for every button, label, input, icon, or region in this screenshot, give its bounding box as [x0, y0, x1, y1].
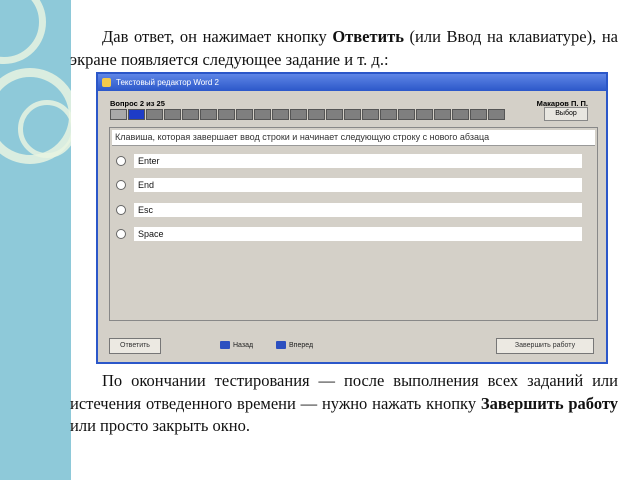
option-label: Esc — [134, 203, 582, 217]
answer-option[interactable]: Space — [114, 227, 584, 241]
progress-cell[interactable] — [164, 109, 181, 120]
paragraph-intro: Дав ответ, он нажимает кнопку Ответить (… — [70, 26, 618, 71]
decorative-ring — [18, 100, 71, 158]
text-span: Дав ответ, он нажимает кнопку — [102, 27, 333, 46]
progress-cell[interactable] — [416, 109, 433, 120]
answer-option[interactable]: Esc — [114, 203, 584, 217]
title-bar: Текстовый редактор Word 2 — [98, 74, 606, 91]
progress-cell[interactable] — [344, 109, 361, 120]
test-window: Текстовый редактор Word 2 Вопрос 2 из 25… — [98, 74, 606, 362]
progress-cell[interactable] — [308, 109, 325, 120]
progress-cell[interactable] — [326, 109, 343, 120]
radio-button[interactable] — [116, 156, 126, 166]
answer-option[interactable]: Enter — [114, 154, 584, 168]
arrow-left-icon — [220, 341, 230, 350]
option-label: End — [134, 178, 582, 192]
decorative-ring — [0, 0, 46, 64]
bold-term: Ответить — [332, 27, 404, 46]
question-counter: Вопрос 2 из 25 — [110, 99, 165, 108]
progress-cell[interactable] — [218, 109, 235, 120]
progress-cell[interactable] — [272, 109, 289, 120]
decorative-sidebar — [0, 0, 71, 480]
radio-button[interactable] — [116, 205, 126, 215]
header-row: Вопрос 2 из 25 Макаров П. П. — [98, 93, 606, 109]
progress-cell[interactable] — [488, 109, 505, 120]
window-title: Текстовый редактор Word 2 — [116, 78, 219, 87]
bold-term: Завершить работу — [480, 393, 618, 413]
answer-option[interactable]: End — [114, 178, 584, 192]
app-icon — [102, 78, 111, 87]
question-text: Клавиша, которая завершает ввод строки и… — [112, 130, 595, 146]
radio-button[interactable] — [116, 229, 126, 239]
progress-cell[interactable] — [254, 109, 271, 120]
progress-cell[interactable] — [452, 109, 469, 120]
paragraph-conclusion: По окончании тестирования — после выполн… — [70, 370, 618, 438]
progress-cell[interactable] — [398, 109, 415, 120]
radio-button[interactable] — [116, 180, 126, 190]
finish-button[interactable]: Завершить работу — [496, 338, 594, 354]
answer-button[interactable]: Ответить — [109, 338, 161, 354]
question-panel: Клавиша, которая завершает ввод строки и… — [109, 127, 598, 321]
option-label: Enter — [134, 154, 582, 168]
progress-cell[interactable] — [434, 109, 451, 120]
progress-cell[interactable] — [146, 109, 163, 120]
question-progress — [110, 109, 505, 120]
forward-label: Вперед — [289, 342, 314, 349]
select-button[interactable]: Выбор — [544, 107, 588, 121]
back-label: Назад — [233, 342, 254, 349]
progress-cell[interactable] — [362, 109, 379, 120]
progress-cell[interactable] — [380, 109, 397, 120]
progress-cell[interactable] — [182, 109, 199, 120]
forward-button[interactable]: Вперед — [276, 340, 313, 352]
test-screenshot: Текстовый редактор Word 2 Вопрос 2 из 25… — [96, 72, 608, 364]
progress-cell[interactable] — [110, 109, 127, 120]
back-button[interactable]: Назад — [220, 340, 253, 352]
arrow-right-icon — [276, 341, 286, 350]
progress-cell[interactable] — [470, 109, 487, 120]
option-label: Space — [134, 227, 582, 241]
progress-cell[interactable] — [128, 109, 145, 120]
progress-cell[interactable] — [200, 109, 217, 120]
progress-cell[interactable] — [290, 109, 307, 120]
text-span: или просто закрыть окно. — [70, 416, 250, 435]
progress-cell[interactable] — [236, 109, 253, 120]
